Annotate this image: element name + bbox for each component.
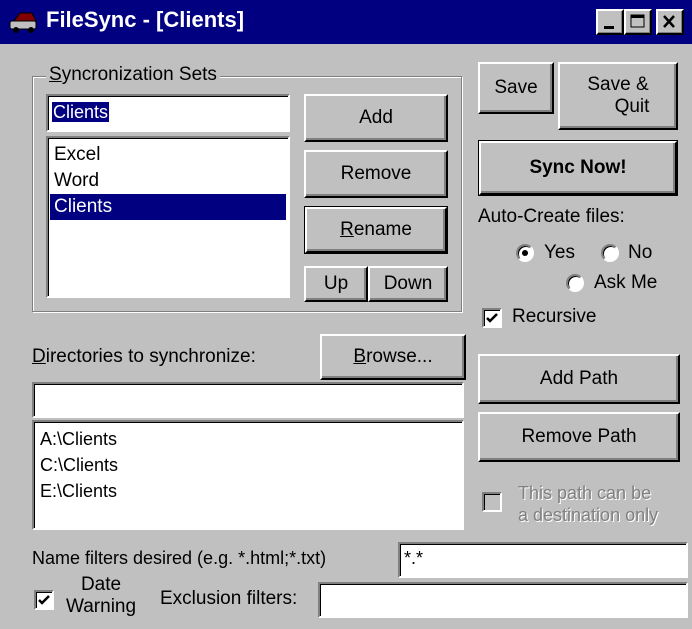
radio-yes[interactable] (516, 244, 534, 262)
exclusion-filters-input[interactable] (318, 582, 688, 618)
date-warning-checkbox[interactable] (34, 590, 54, 610)
destination-only-label: This path can be a destination only (518, 483, 659, 525)
list-item[interactable]: A:\Clients (36, 426, 460, 452)
add-path-button[interactable]: Add Path (478, 354, 680, 404)
path-input[interactable] (32, 382, 464, 418)
sync-now-button[interactable]: Sync Now! (478, 140, 678, 196)
sync-sets-list[interactable]: Excel Word Clients (46, 136, 290, 298)
recursive-label[interactable]: Recursive (512, 306, 596, 328)
list-item[interactable]: E:\Clients (36, 478, 460, 504)
destination-only-checkbox[interactable] (482, 492, 502, 512)
maximize-button[interactable] (624, 9, 652, 35)
add-set-button[interactable]: Add (304, 94, 448, 142)
radio-yes-label[interactable]: Yes (544, 242, 575, 264)
minimize-button[interactable] (596, 9, 624, 35)
move-down-button[interactable]: Down (368, 266, 448, 302)
name-filters-input[interactable]: *.* (398, 542, 688, 578)
sync-sets-group-label: Syncronization Sets (46, 64, 220, 86)
list-item[interactable]: Excel (50, 142, 286, 168)
sync-set-name-input[interactable]: Clients (46, 94, 290, 132)
save-button[interactable]: Save (478, 62, 554, 114)
radio-no-label[interactable]: No (628, 242, 652, 264)
list-item[interactable]: Word (50, 168, 286, 194)
directories-list[interactable]: A:\Clients C:\Clients E:\Clients (32, 420, 464, 530)
move-up-button[interactable]: Up (304, 266, 368, 302)
auto-create-label: Auto-Create files: (478, 206, 625, 227)
list-item[interactable]: C:\Clients (36, 452, 460, 478)
maximize-icon (630, 14, 645, 28)
list-item[interactable]: Clients (50, 194, 286, 220)
recursive-checkbox[interactable] (482, 308, 502, 328)
save-quit-button[interactable]: Save & Quit (558, 62, 678, 130)
rename-set-button[interactable]: Rename (304, 206, 448, 254)
directories-label: Directories to synchronize: (32, 346, 256, 367)
close-icon (663, 15, 675, 28)
name-filters-label: Name filters desired (e.g. *.html;*.txt) (32, 548, 327, 568)
radio-ask-me-label[interactable]: Ask Me (594, 272, 657, 294)
radio-no[interactable] (601, 244, 619, 262)
remove-path-button[interactable]: Remove Path (478, 412, 680, 462)
close-button[interactable] (656, 9, 684, 35)
checkmark-icon (38, 595, 50, 605)
title-bar[interactable]: FileSync - [Clients] (0, 0, 692, 44)
exclusion-filters-label: Exclusion filters: (160, 588, 298, 609)
app-icon (8, 9, 40, 41)
remove-set-button[interactable]: Remove (304, 150, 448, 198)
browse-button[interactable]: Browse... (320, 334, 466, 380)
window-title: FileSync - [Clients] (46, 7, 245, 32)
checkmark-icon (486, 313, 498, 323)
minimize-icon (604, 26, 614, 29)
date-warning-label[interactable]: Date Warning (66, 574, 136, 618)
radio-ask-me[interactable] (566, 274, 584, 292)
